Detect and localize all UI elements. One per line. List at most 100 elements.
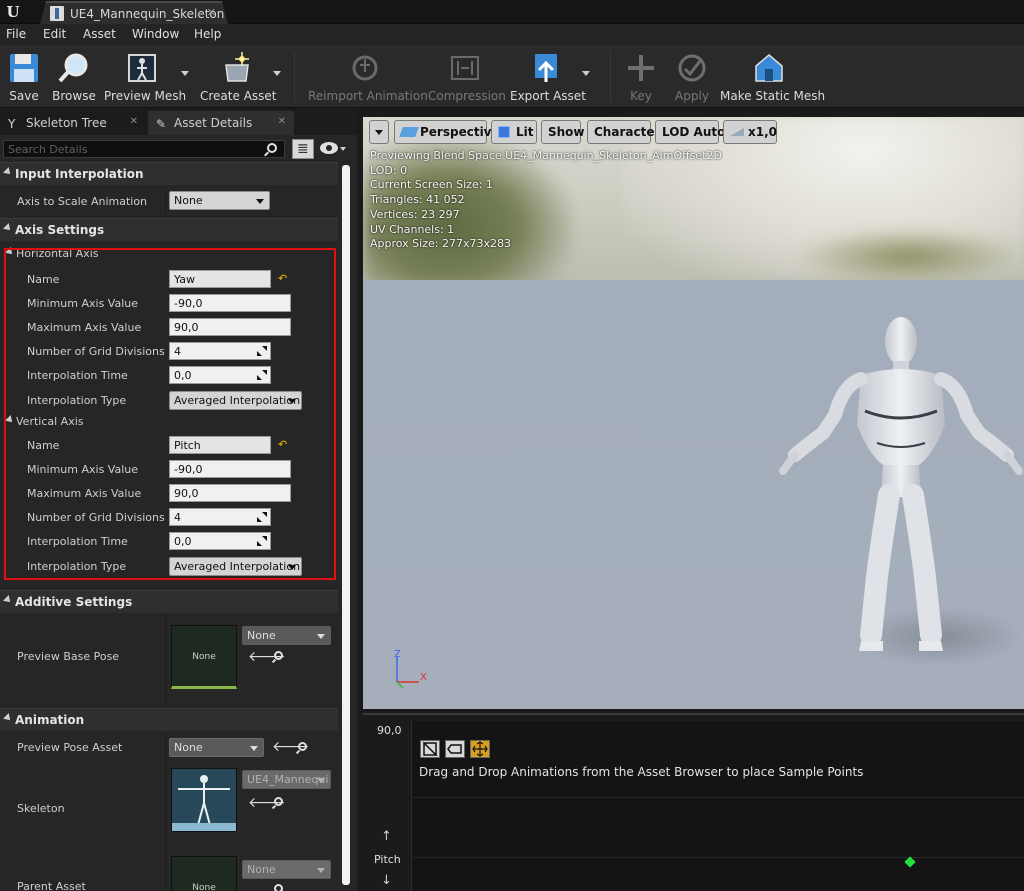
menu-asset[interactable]: Asset [83, 27, 116, 41]
lit-button[interactable]: Lit [491, 120, 537, 144]
static-mesh-icon [755, 54, 783, 82]
horizontal-grid-divisions-field[interactable]: 4 [169, 342, 271, 360]
horizontal-min-value-field[interactable]: -90,0 [169, 294, 291, 312]
chevron-down-icon [317, 634, 325, 639]
reset-to-default-icon[interactable]: ↶ [278, 439, 288, 450]
show-button[interactable]: Show [541, 120, 585, 144]
spin-arrows-icon[interactable] [257, 536, 267, 546]
horizontal-axis-name-field[interactable]: Yaw [169, 270, 271, 288]
compression-button[interactable]: Compression [428, 49, 506, 105]
eye-icon[interactable] [320, 142, 338, 154]
browse-search-icon[interactable] [274, 884, 283, 891]
property-row: Maximum Axis Value 90,0 [0, 316, 338, 340]
property-row: Parent Asset None None [0, 854, 338, 891]
property-row: Skeleton UE4_Mannequi 🡐 [0, 762, 338, 854]
perspective-button[interactable]: Perspective [394, 120, 500, 144]
menu-help[interactable]: Help [194, 27, 221, 41]
export-asset-dropdown-icon[interactable] [582, 71, 590, 76]
view-options-dropdown-icon[interactable] [340, 147, 346, 151]
tab-asset-details[interactable]: ✎ Asset Details ✕ [148, 111, 294, 135]
make-static-mesh-button[interactable]: Make Static Mesh [720, 49, 825, 105]
category-animation[interactable]: Animation [0, 708, 338, 731]
character-button[interactable]: Character [587, 120, 660, 144]
vertical-min-value-field[interactable]: -90,0 [169, 460, 291, 478]
lit-cube-icon [498, 126, 510, 138]
fit-view-icon [472, 741, 488, 757]
browse-button[interactable]: Browse [50, 49, 98, 105]
column-divider[interactable] [165, 187, 166, 215]
search-input[interactable] [3, 140, 285, 158]
horizontal-interpolation-time-field[interactable]: 0,0 [169, 366, 271, 384]
vertical-max-value-field[interactable]: 90,0 [169, 484, 291, 502]
toolbar-separator [610, 51, 611, 103]
reimport-animation-button[interactable]: Reimport Animation [308, 49, 428, 105]
subcategory-vertical-axis[interactable]: Vertical Axis [0, 412, 338, 432]
key-button[interactable]: Key [622, 49, 660, 105]
menu-file[interactable]: File [6, 27, 26, 41]
browse-search-icon[interactable] [274, 651, 283, 660]
vertical-interpolation-type-dropdown[interactable]: Averaged Interpolation [169, 557, 302, 576]
blend-space-graph[interactable]: 90,0 ↑ Pitch ↓ Drag and Drop Animations … [363, 713, 1024, 891]
skeleton-thumbnail[interactable] [171, 768, 237, 832]
parent-asset-dropdown[interactable]: None [242, 860, 331, 879]
details-scrollbar-thumb[interactable] [342, 165, 350, 885]
column-divider[interactable] [165, 854, 166, 891]
property-row: Interpolation Type Averaged Interpolatio… [0, 554, 338, 578]
apply-button[interactable]: Apply [670, 49, 714, 105]
vertical-axis-name-field[interactable]: Pitch [169, 436, 271, 454]
viewport-options-button[interactable] [369, 120, 389, 144]
category-axis-settings[interactable]: Axis Settings [0, 218, 338, 241]
preview-mesh-button[interactable]: Preview Mesh [104, 49, 186, 105]
category-additive-settings[interactable]: Additive Settings [0, 590, 338, 613]
triangulation-icon [423, 741, 438, 756]
skeleton-figure-icon [172, 769, 236, 831]
collapse-arrow-icon [3, 167, 13, 177]
save-button[interactable]: Save [2, 49, 46, 105]
parent-asset-thumbnail[interactable]: None [171, 856, 237, 891]
column-divider[interactable] [165, 762, 166, 854]
browse-search-icon[interactable] [274, 797, 283, 806]
spin-arrows-icon[interactable] [257, 370, 267, 380]
playback-speed-button[interactable]: x1,0 [723, 120, 777, 144]
create-asset-dropdown-icon[interactable] [273, 71, 281, 76]
title-bar: U UE4_Mannequin_Skeleton ✕ [0, 0, 1024, 24]
lod-button[interactable]: LOD Auto [655, 120, 725, 144]
vertical-grid-divisions-field[interactable]: 4 [169, 508, 271, 526]
spin-arrows-icon[interactable] [257, 346, 267, 356]
preview-mesh-dropdown-icon[interactable] [181, 71, 189, 76]
tooltip-toggle-button[interactable] [445, 740, 465, 758]
fit-to-view-button[interactable] [470, 740, 490, 758]
skeleton-dropdown[interactable]: UE4_Mannequi [242, 770, 331, 789]
category-input-interpolation[interactable]: Input Interpolation [0, 162, 338, 185]
reset-to-default-icon[interactable]: ↶ [278, 273, 288, 284]
triangulation-toggle-button[interactable] [420, 740, 440, 758]
menu-window[interactable]: Window [132, 27, 179, 41]
tab-skeleton-tree[interactable]: Y Skeleton Tree ✕ [0, 111, 146, 135]
horizontal-max-value-field[interactable]: 90,0 [169, 318, 291, 336]
blend-space-grid[interactable] [411, 721, 1024, 891]
close-icon[interactable]: ✕ [207, 6, 216, 19]
preview-pose-asset-dropdown[interactable]: None [169, 738, 264, 757]
details-panel: Input Interpolation Axis to Scale Animat… [0, 162, 338, 891]
chevron-down-icon [288, 565, 296, 570]
close-icon[interactable]: ✕ [278, 116, 286, 127]
search-icon[interactable] [267, 143, 277, 153]
preview-base-pose-dropdown[interactable]: None [242, 626, 331, 645]
close-icon[interactable]: ✕ [130, 116, 138, 127]
spin-arrows-icon[interactable] [257, 512, 267, 522]
document-tab[interactable]: UE4_Mannequin_Skeleton ✕ [40, 1, 228, 24]
export-asset-button[interactable]: Export Asset [510, 49, 586, 105]
horizontal-interpolation-type-dropdown[interactable]: Averaged Interpolation [169, 391, 302, 410]
menu-edit[interactable]: Edit [43, 27, 66, 41]
browse-search-icon[interactable] [298, 742, 307, 751]
preview-base-pose-thumbnail[interactable]: None [171, 625, 237, 689]
perspective-icon [399, 127, 419, 137]
vertical-interpolation-time-field[interactable]: 0,0 [169, 532, 271, 550]
subcategory-horizontal-axis[interactable]: Horizontal Axis [0, 244, 338, 264]
column-divider[interactable] [165, 734, 166, 762]
axis-to-scale-dropdown[interactable]: None [169, 191, 270, 210]
create-asset-button[interactable]: Create Asset [200, 49, 277, 105]
mannequin-character [779, 317, 1023, 651]
property-matrix-button[interactable] [292, 139, 314, 159]
column-divider[interactable] [165, 614, 166, 706]
